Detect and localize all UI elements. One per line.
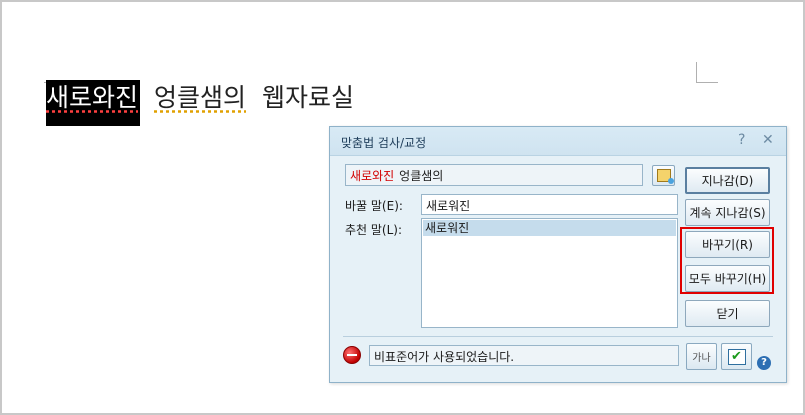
close-icon[interactable]: ✕ <box>762 132 774 148</box>
error-status-icon <box>343 346 361 364</box>
highlight-annotation <box>680 227 774 294</box>
document-word[interactable]: 웹자료실 <box>262 80 354 116</box>
check-options-button[interactable]: ✔ <box>721 343 752 370</box>
document-text-line[interactable]: 새로와진 엉클샘의 웹자료실 <box>46 80 354 126</box>
magic-wand-button[interactable]: 가나 <box>686 343 717 370</box>
crop-mark-right-vertical <box>696 62 697 83</box>
dictionary-button[interactable] <box>652 165 675 186</box>
dictionary-icon <box>656 169 674 184</box>
suggest-label: 추천 말(L): <box>345 223 403 237</box>
replace-input[interactable]: 새로워진 <box>421 194 678 215</box>
dialog-title: 맞춤법 검사/교정 <box>341 136 427 150</box>
divider <box>343 336 773 337</box>
context-preview: 새로와진 엉클샘의 <box>345 164 643 186</box>
spell-check-dialog: 맞춤법 검사/교정 ? ✕ 새로와진 엉클샘의 바꿀 말(E): 새로워진 추천 … <box>329 126 787 383</box>
context-rest-text: 엉클샘의 <box>399 169 444 183</box>
help-info-icon[interactable]: ? <box>757 356 771 370</box>
selected-misspelled-word[interactable]: 새로와진 <box>46 80 141 126</box>
skip-all-button[interactable]: 계속 지나감(S) <box>685 199 770 226</box>
status-message: 비표준어가 사용되었습니다. <box>369 345 679 366</box>
suggestion-item[interactable]: 새로워진 <box>423 220 676 236</box>
close-button[interactable]: 닫기 <box>685 300 770 327</box>
dialog-titlebar[interactable]: 맞춤법 검사/교정 ? ✕ <box>330 127 786 156</box>
replace-label: 바꿀 말(E): <box>345 199 403 213</box>
document-word[interactable]: 엉클샘의 <box>154 80 246 116</box>
suggestion-list[interactable]: 새로워진 <box>421 218 678 328</box>
help-icon[interactable]: ? <box>738 132 745 148</box>
crop-mark-right-horizontal <box>696 82 718 83</box>
skip-button[interactable]: 지나감(D) <box>685 167 770 194</box>
magic-wand-icon: 가나 <box>692 353 711 364</box>
context-error-word: 새로와진 <box>350 169 395 183</box>
checklist-icon: ✔ <box>727 348 746 365</box>
